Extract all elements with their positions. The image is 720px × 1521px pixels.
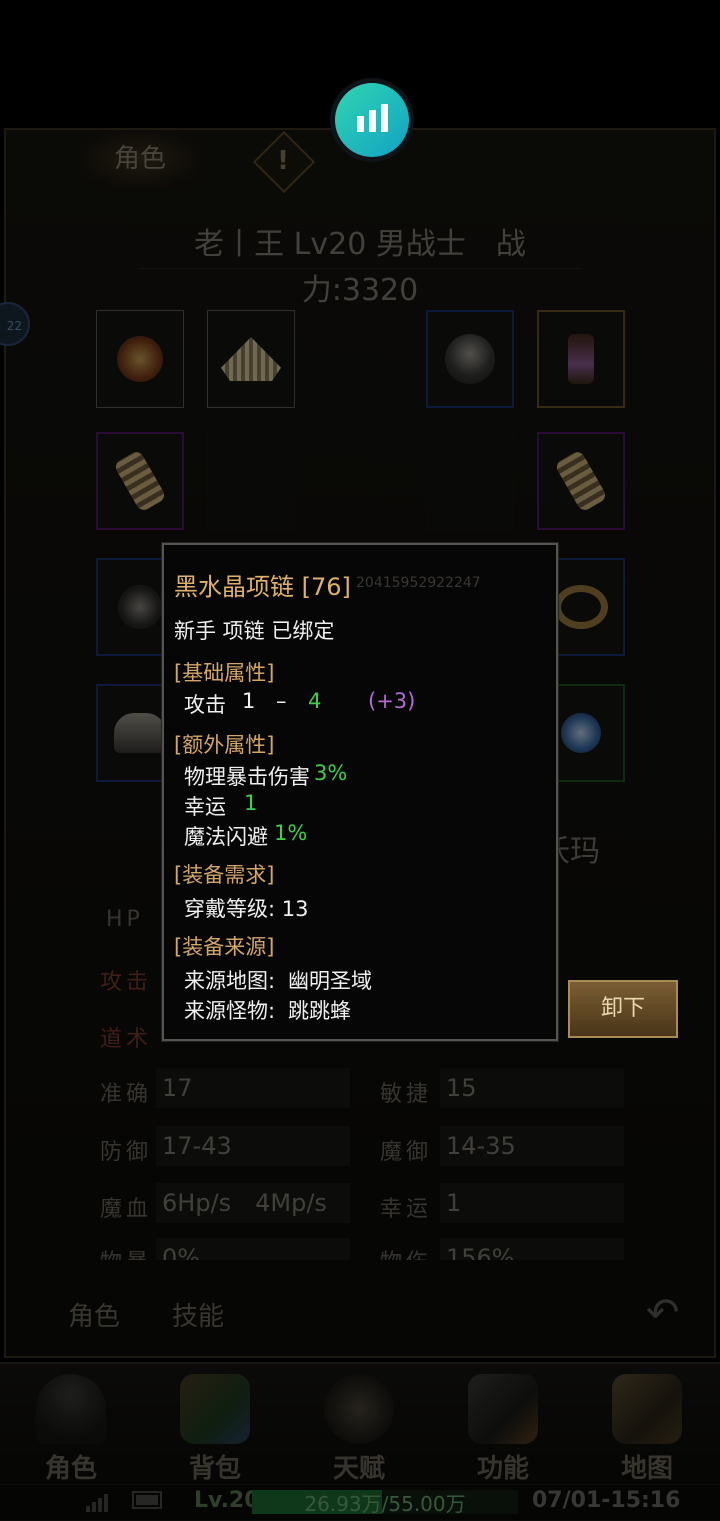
tooltip-source-map-label: 来源地图: [184,969,276,993]
unequip-button[interactable]: 卸下 [568,980,678,1038]
stat-label-taoist: 道术 [100,1027,153,1052]
tooltip-attack-max: 4 [308,689,322,713]
datetime: 07/01-15:16 [532,1488,681,1513]
stat-label-hp: HP [106,907,144,932]
dragon-emblem-icon [324,1374,394,1444]
tooltip-extra-dodge-label: 魔法闪避 [184,825,268,849]
tooltip-extra-crit-label: 物理暴击伤害 [184,765,310,789]
tooltip-source-map-value: 幽明圣域 [288,969,372,993]
nav-label: 地图 [620,1454,673,1484]
bottom-nav: 角色 背包 天赋 功能 地图 [0,1362,720,1486]
gem-icon [561,713,601,753]
tooltip-extra-crit-value: 3% [314,761,348,785]
boots-icon [114,713,166,753]
nav-label: 功能 [476,1454,529,1484]
stat-label-phys-dmg: 物伤 [380,1244,432,1260]
nav-item-role[interactable]: 角色 [16,1374,126,1484]
backpack-potion-icon [180,1374,250,1444]
stat-value-phys-dmg: 156% [440,1238,624,1260]
tab-role[interactable]: 角色 [80,130,200,188]
bottom-tab-skill[interactable]: 技能 [172,1296,224,1333]
exp-text: 26.93万/55.00万 [304,1492,466,1516]
battery-icon [132,1491,162,1509]
panel-bottom-tabs: 角色 技能 [30,1286,690,1342]
hooded-warrior-icon [36,1374,106,1444]
nav-item-bag[interactable]: 背包 [160,1374,270,1484]
character-title: 老丨王 Lv20 男战士 战力:3320 [140,222,580,308]
tooltip-attack-min: 1 [242,689,256,713]
tooltip-attack-dash: – [276,689,287,713]
anvil-hammer-icon [468,1374,538,1444]
tooltip-section-req: [装备需求] [174,863,275,887]
nav-label: 天赋 [332,1454,385,1484]
signal-icon [86,1492,112,1512]
tooltip-extra-luck-label: 幸运 [184,795,226,819]
bracelet-icon [117,336,163,382]
stat-label-defense: 防御 [100,1140,153,1165]
tooltip-item-id: 20415952922247 [356,575,481,591]
slot-helmet[interactable] [426,310,514,408]
stats-row-clipped: 物暴 0% 物伤 156% [96,1238,636,1260]
tooltip-section-extra: [额外属性] [174,733,275,757]
stat-label-magic-defense: 魔御 [380,1140,433,1165]
slot-empty-2[interactable] [426,432,514,530]
stat-label-luck: 幸运 [380,1197,433,1222]
player-level: Lv.20 [194,1488,260,1513]
stat-label-agility: 敏捷 [380,1082,433,1107]
stat-label-regen: 魔血 [100,1197,153,1222]
slot-bracer-left[interactable] [96,432,184,530]
bracer-icon [554,449,608,513]
bracer-icon [113,449,167,513]
tooltip-attack-label: 攻击 [184,693,226,717]
nav-label: 角色 [44,1454,97,1484]
tooltip-source-monster-label: 来源怪物: [184,999,276,1023]
slot-necklace[interactable] [537,310,625,408]
stat-value-regen: 6Hp/s 4Mp/s [156,1183,350,1223]
skull-helmet-icon [445,334,495,384]
warning-icon[interactable]: ! [272,140,294,182]
nav-label: 背包 [188,1454,241,1484]
tooltip-extra-dodge-value: 1% [274,821,308,845]
slot-empty-1[interactable] [207,432,295,530]
tooltip-extra-luck-value: 1 [244,791,258,815]
tooltip-section-source: [装备来源] [174,935,275,959]
nav-item-map[interactable]: 地图 [592,1374,702,1484]
stat-value-defense: 17-43 [156,1126,350,1166]
item-tooltip: 黑水晶项链 [76] 20415952922247 新手 项链 已绑定 [基础属… [161,542,559,1042]
tooltip-item-name: 黑水晶项链 [76] [174,573,351,601]
stat-label-phys: 物暴 [100,1244,152,1260]
tooltip-attack-bonus: (+3) [368,689,416,713]
stat-value-accuracy: 17 [156,1068,350,1108]
nav-item-talent[interactable]: 天赋 [304,1374,414,1484]
bar-chart-icon [335,83,409,157]
ring-icon [554,585,608,629]
bottom-tab-role[interactable]: 角色 [68,1296,120,1333]
tooltip-item-meta: 新手 项链 已绑定 [174,619,335,643]
stat-value-phys: 0% [156,1238,350,1260]
stat-value-agility: 15 [440,1068,624,1108]
stat-label-attack: 攻击 [100,970,153,995]
stat-label-accuracy: 准确 [100,1082,153,1107]
slot-armor[interactable] [207,310,295,408]
back-arrow-icon[interactable]: ↶ [646,1290,692,1336]
armor-icon [221,337,281,381]
skull-ring-icon [118,585,162,629]
necklace-icon [568,334,594,384]
stats-floating-button[interactable] [330,78,414,162]
tooltip-source-monster-value: 跳跳蜂 [288,999,351,1023]
tooltip-section-base: [基础属性] [174,661,275,685]
stat-value-magic-defense: 14-35 [440,1126,624,1166]
slot-bracelet-top-left[interactable] [96,310,184,408]
map-compass-icon [612,1374,682,1444]
stat-value-luck: 1 [440,1183,624,1223]
nav-item-function[interactable]: 功能 [448,1374,558,1484]
slot-bracer-right[interactable] [537,432,625,530]
tooltip-req-level: 穿戴等级: 13 [184,897,309,921]
